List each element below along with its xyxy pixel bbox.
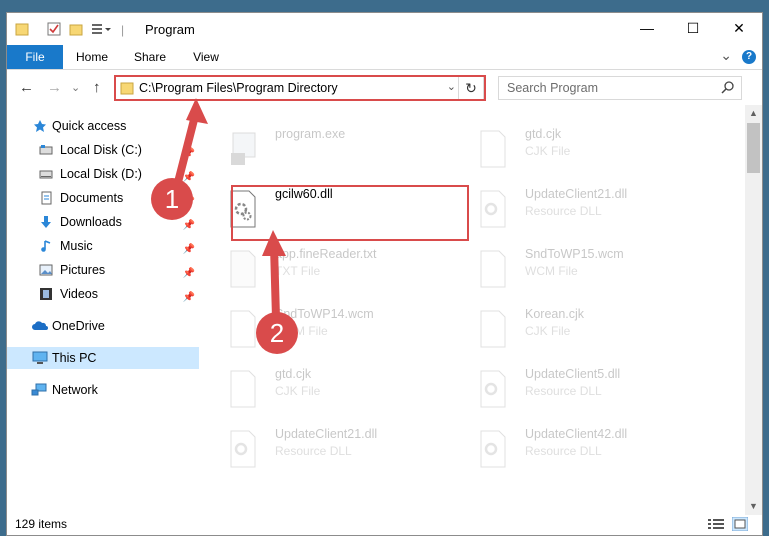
callout-arrows xyxy=(172,98,286,322)
callout-arrow-2 xyxy=(270,242,280,322)
callout-arrow-1-head xyxy=(186,98,208,124)
callout-badge-2: 2 xyxy=(256,312,298,354)
callout-badge-1: 1 xyxy=(151,178,193,220)
callout-arrow-2-head xyxy=(262,230,286,256)
